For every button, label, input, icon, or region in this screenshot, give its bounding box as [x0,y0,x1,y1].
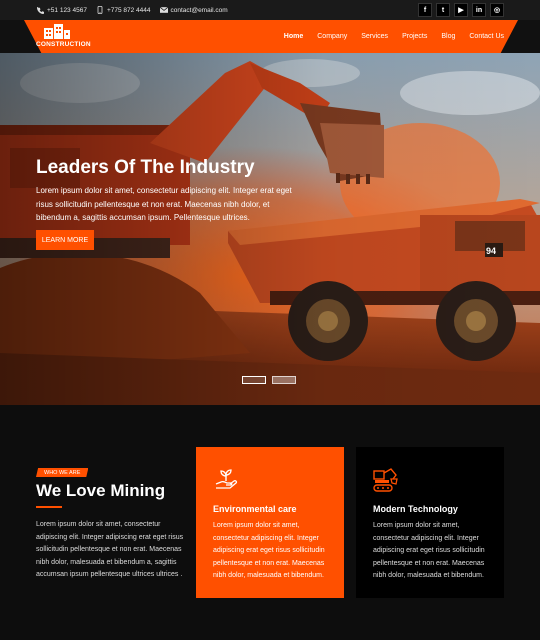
instagram-icon[interactable]: ◎ [490,3,504,17]
about-section: WHO WE ARE We Love Mining Lorem ipsum do… [0,405,540,640]
mobile-icon [96,6,104,14]
title-underline [36,506,62,508]
phone-text[interactable]: +51 123 4567 [47,7,87,14]
card-text: Lorem ipsum dolor sit amet, consectetur … [373,522,485,579]
excavator-icon [373,468,398,492]
slide-dot-1[interactable] [242,376,266,384]
plant-hand-icon [215,469,238,489]
hero-background-image: 94 [0,53,540,405]
feature-card-environmental[interactable]: Environmental care Lorem ipsum dolor sit… [196,447,344,598]
about-text: Lorem ipsum dolor sit amet, consectetur … [36,521,184,578]
card-text: Lorem ipsum dolor sit amet, consectetur … [213,522,325,579]
hero-title: Leaders Of The Industry [36,157,255,178]
mobile-contact: +775 872 4444 [96,6,151,14]
linkedin-icon[interactable]: in [472,3,486,17]
social-links: f t ▶ in ◎ [418,3,504,17]
card-title: Environmental care [213,504,297,514]
phone-contact: +51 123 4567 [36,6,87,14]
phone-icon [36,6,44,14]
twitter-icon[interactable]: t [436,3,450,17]
buildings-icon [44,24,70,39]
logo-text: CONSTRUCTION [36,41,91,48]
feature-card-technology[interactable]: Modern Technology Lorem ipsum dolor sit … [356,447,504,598]
hero-slider: 94 Leaders Of The Industry Lorem ipsum d… [0,53,540,405]
about-title: We Love Mining [36,481,166,500]
card-title: Modern Technology [373,504,458,514]
slider-pagination [242,376,296,384]
nav-company[interactable]: Company [317,33,347,40]
site-logo[interactable]: CONSTRUCTION [36,24,96,50]
slide-dot-2[interactable] [272,376,296,384]
email-text[interactable]: contact@email.com [171,7,228,14]
nav-services[interactable]: Services [361,33,388,40]
learn-more-button[interactable]: LEARN MORE [36,230,94,250]
nav-contact-us[interactable]: Contact Us [469,33,504,40]
mobile-text[interactable]: +775 872 4444 [107,7,151,14]
nav-projects[interactable]: Projects [402,33,427,40]
youtube-icon[interactable]: ▶ [454,3,468,17]
envelope-icon [159,6,168,14]
hero-text: Lorem ipsum dolor sit amet, consectetur … [36,186,292,222]
top-bar: +51 123 4567 +775 872 4444 contact@email… [0,0,540,20]
main-menu: Home Company Services Projects Blog Cont… [284,20,504,53]
email-contact: contact@email.com [159,6,228,14]
nav-blog[interactable]: Blog [441,33,455,40]
section-tag: WHO WE ARE [36,468,89,477]
nav-home[interactable]: Home [284,33,303,40]
facebook-icon[interactable]: f [418,3,432,17]
